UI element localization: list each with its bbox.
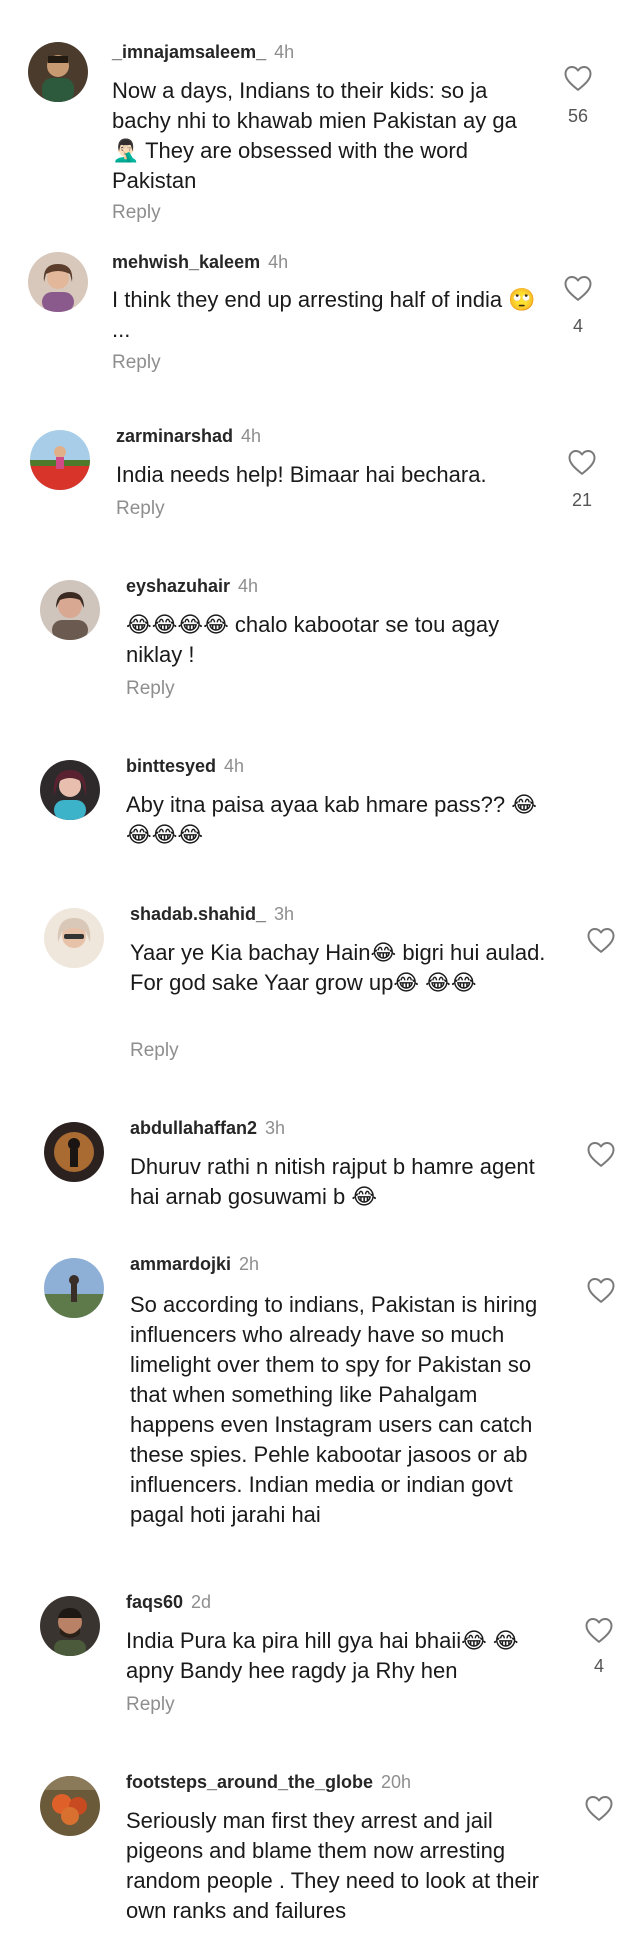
- timestamp: 3h: [265, 1118, 286, 1138]
- avatar[interactable]: [40, 1596, 100, 1656]
- avatar[interactable]: [40, 1776, 100, 1836]
- reply-button[interactable]: Reply: [112, 352, 161, 374]
- comment-text: Yaar ye Kia bachay Hain😂 bigri hui aulad…: [130, 940, 546, 995]
- username-link[interactable]: eyshazuhair: [126, 576, 230, 596]
- comment-meta: eyshazuhair 4h: [126, 576, 258, 597]
- timestamp: 3h: [274, 904, 295, 924]
- avatar[interactable]: [40, 580, 100, 640]
- username-link[interactable]: abdullahaffan2: [130, 1118, 257, 1138]
- timestamp: 4h: [268, 252, 289, 272]
- comment-meta: binttesyed 4h: [126, 756, 244, 777]
- username-link[interactable]: mehwish_kaleem: [112, 252, 260, 272]
- avatar[interactable]: [44, 1122, 104, 1182]
- heart-outline-icon[interactable]: [567, 448, 597, 476]
- avatar[interactable]: [30, 430, 90, 490]
- username-link[interactable]: _imnajamsaleem_: [112, 42, 266, 62]
- username-link[interactable]: footsteps_around_the_globe: [126, 1772, 373, 1792]
- timestamp: 4h: [241, 426, 262, 446]
- comment-meta: abdullahaffan2 3h: [130, 1118, 285, 1139]
- reply-button[interactable]: Reply: [126, 1694, 175, 1716]
- heart-outline-icon[interactable]: [586, 1140, 616, 1168]
- avatar[interactable]: [40, 760, 100, 820]
- comment-text: Dhuruv rathi n nitish rajput b hamre age…: [130, 1154, 535, 1209]
- timestamp: 4h: [238, 576, 259, 596]
- timestamp: 4h: [274, 42, 295, 62]
- comment-text: 😂😂😂😂 chalo kabootar se tou agay niklay !: [126, 612, 500, 667]
- avatar[interactable]: [44, 1258, 104, 1318]
- comment-text: Aby itna paisa ayaa kab hmare pass?? 😂😂😂…: [126, 792, 537, 847]
- comment-text: Now a days, Indians to their kids: so ja…: [112, 78, 517, 193]
- comment-meta: shadab.shahid_ 3h: [130, 904, 294, 925]
- avatar[interactable]: [44, 908, 104, 968]
- reply-button[interactable]: Reply: [112, 202, 161, 224]
- reply-button[interactable]: Reply: [130, 1040, 179, 1062]
- comment-text: India Pura ka pira hill gya hai bhaii😂 😂…: [126, 1628, 519, 1683]
- comment-text: India needs help! Bimaar hai bechara.: [116, 462, 487, 487]
- heart-outline-icon[interactable]: [586, 926, 616, 954]
- like-count: 21: [571, 490, 593, 510]
- avatar[interactable]: [28, 252, 88, 312]
- avatar[interactable]: [28, 42, 88, 102]
- username-link[interactable]: binttesyed: [126, 756, 216, 776]
- timestamp: 2h: [239, 1254, 260, 1274]
- comment-meta: mehwish_kaleem 4h: [112, 252, 288, 273]
- like-count: 56: [567, 106, 589, 126]
- comment-text: So according to indians, Pakistan is hir…: [130, 1292, 538, 1527]
- reply-button[interactable]: Reply: [116, 498, 165, 520]
- comment-text: I think they end up arresting half of in…: [112, 287, 536, 342]
- comment-meta: ammardojki 2h: [130, 1254, 259, 1275]
- heart-outline-icon[interactable]: [584, 1616, 614, 1644]
- heart-outline-icon[interactable]: [563, 274, 593, 302]
- timestamp: 20h: [381, 1772, 412, 1792]
- like-count: 4: [593, 1656, 604, 1676]
- username-link[interactable]: zarminarshad: [116, 426, 233, 446]
- comment-meta: footsteps_around_the_globe 20h: [126, 1772, 411, 1793]
- heart-outline-icon[interactable]: [563, 64, 593, 92]
- like-count: 4: [572, 316, 583, 336]
- username-link[interactable]: shadab.shahid_: [130, 904, 266, 924]
- heart-outline-icon[interactable]: [584, 1794, 614, 1822]
- comment-meta: _imnajamsaleem_ 4h: [112, 42, 294, 63]
- username-link[interactable]: ammardojki: [130, 1254, 231, 1274]
- heart-outline-icon[interactable]: [586, 1276, 616, 1304]
- timestamp: 2d: [191, 1592, 212, 1612]
- comment-meta: faqs60 2d: [126, 1592, 211, 1613]
- comment-text: Seriously man first they arrest and jail…: [126, 1808, 539, 1923]
- comment-meta: zarminarshad 4h: [116, 426, 261, 447]
- timestamp: 4h: [224, 756, 245, 776]
- username-link[interactable]: faqs60: [126, 1592, 183, 1612]
- reply-button[interactable]: Reply: [126, 678, 175, 700]
